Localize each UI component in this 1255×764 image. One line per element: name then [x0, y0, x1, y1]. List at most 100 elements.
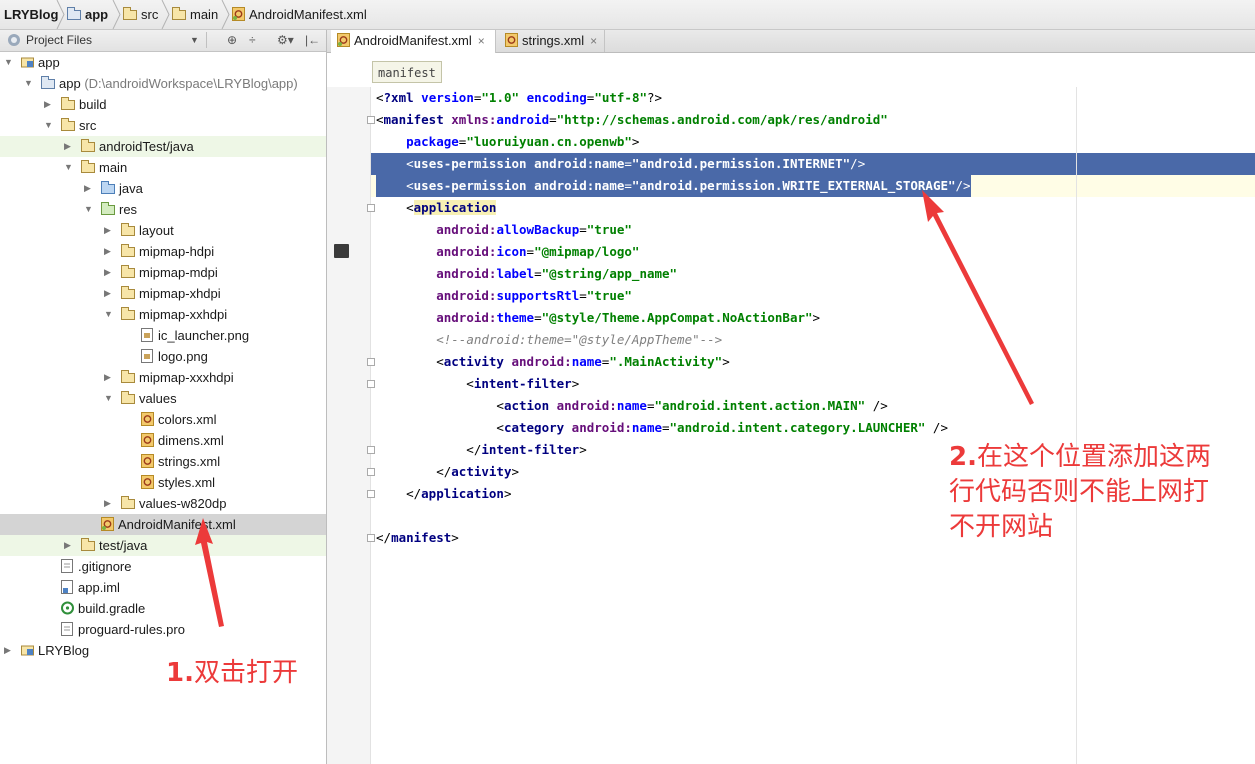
- tree-item[interactable]: ic_launcher.png: [0, 325, 326, 346]
- tree-item[interactable]: colors.xml: [0, 409, 326, 430]
- collapsed-arrow-icon[interactable]: ▶: [44, 94, 54, 115]
- expanded-arrow-icon[interactable]: ▼: [104, 388, 114, 409]
- tree-item[interactable]: ▶ mipmap-mdpi: [0, 262, 326, 283]
- fold-toggle-icon[interactable]: [367, 380, 375, 388]
- project-view-title[interactable]: Project Files: [26, 30, 92, 51]
- tree-item[interactable]: ▼ main: [0, 157, 326, 178]
- tree-item[interactable]: proguard-rules.pro: [0, 619, 326, 640]
- editor-tab[interactable]: AndroidManifest.xml ×: [331, 30, 496, 53]
- tree-item[interactable]: ▼ values: [0, 388, 326, 409]
- tree-item[interactable]: ▶ androidTest/java: [0, 136, 326, 157]
- tree-item[interactable]: dimens.xml: [0, 430, 326, 451]
- collapsed-arrow-icon[interactable]: ▶: [64, 535, 74, 556]
- fold-toggle-icon[interactable]: [367, 446, 375, 454]
- code-token: theme: [496, 310, 535, 325]
- xml-breadcrumb-manifest[interactable]: manifest: [372, 61, 442, 83]
- fold-toggle-icon[interactable]: [367, 204, 375, 212]
- tree-item-label: values-w820dp: [139, 496, 227, 511]
- breadcrumb-item[interactable]: app: [67, 0, 108, 29]
- breadcrumb-item[interactable]: main: [172, 0, 218, 29]
- close-tab-icon[interactable]: ×: [478, 34, 485, 48]
- tree-item[interactable]: build.gradle: [0, 598, 326, 619]
- tree-item[interactable]: .gitignore: [0, 556, 326, 577]
- collapse-all-icon[interactable]: ÷: [249, 33, 256, 48]
- view-dropdown-chevron-icon[interactable]: ▼: [190, 33, 199, 48]
- collapsed-arrow-icon[interactable]: ▶: [104, 493, 114, 514]
- hide-panel-icon[interactable]: |←: [305, 33, 320, 48]
- tree-item-label: test/java: [99, 538, 148, 553]
- annotation-note-2-number: 2.: [949, 442, 977, 472]
- tree-item-content: test/java: [81, 535, 147, 556]
- settings-gear-icon[interactable]: ⚙▾: [277, 33, 294, 48]
- folder-icon: [81, 139, 95, 152]
- code-token: application: [413, 200, 497, 215]
- code-line-text: <uses-permission android:name="android.p…: [376, 153, 866, 175]
- code-token: <: [376, 398, 504, 413]
- tree-item[interactable]: ▼ app (D:\androidWorkspace\LRYBlog\app): [0, 73, 326, 94]
- code-token: xmlns:: [451, 112, 497, 127]
- tree-item[interactable]: styles.xml: [0, 472, 326, 493]
- code-token: <: [376, 178, 414, 193]
- code-editor[interactable]: <?xml version="1.0" encoding="utf-8"?> <m…: [371, 87, 1255, 764]
- collapsed-arrow-icon[interactable]: ▶: [104, 283, 114, 304]
- code-line-text: android:supportsRtl="true": [376, 285, 632, 307]
- fold-toggle-icon[interactable]: [367, 490, 375, 498]
- tree-item[interactable]: ▼ res: [0, 199, 326, 220]
- expanded-arrow-icon[interactable]: ▼: [104, 304, 114, 325]
- expanded-arrow-icon[interactable]: ▼: [64, 157, 74, 178]
- breadcrumb-item[interactable]: AndroidManifest.xml: [232, 0, 367, 29]
- editor-tab-bar: AndroidManifest.xml × strings.xml ×: [327, 30, 1255, 53]
- editor-tab[interactable]: strings.xml ×: [499, 30, 605, 52]
- code-token: >: [579, 442, 587, 457]
- tree-item-label: proguard-rules.pro: [78, 622, 185, 637]
- breadcrumb-item[interactable]: LRYBlog: [4, 0, 58, 29]
- xml-breadcrumb-row: manifest: [327, 53, 1255, 87]
- collapsed-arrow-icon[interactable]: ▶: [4, 640, 14, 661]
- tree-item[interactable]: ▶ mipmap-hdpi: [0, 241, 326, 262]
- tree-item-label: values: [139, 391, 177, 406]
- close-tab-icon[interactable]: ×: [590, 34, 597, 48]
- folder-icon: [172, 7, 186, 20]
- tree-item[interactable]: ▶ test/java: [0, 535, 326, 556]
- breadcrumb-item[interactable]: src: [123, 0, 158, 29]
- expanded-arrow-icon[interactable]: ▼: [44, 115, 54, 136]
- code-token: action: [503, 398, 557, 413]
- fold-toggle-icon[interactable]: [367, 358, 375, 366]
- collapsed-arrow-icon[interactable]: ▶: [104, 220, 114, 241]
- collapsed-arrow-icon[interactable]: ▶: [104, 367, 114, 388]
- tree-item[interactable]: ▶ values-w820dp: [0, 493, 326, 514]
- tree-item[interactable]: ▶ build: [0, 94, 326, 115]
- expanded-arrow-icon[interactable]: ▼: [24, 73, 34, 94]
- collapsed-arrow-icon[interactable]: ▶: [64, 136, 74, 157]
- tree-item[interactable]: ▼ app: [0, 52, 326, 73]
- code-token: =: [624, 178, 632, 193]
- tree-item[interactable]: AndroidManifest.xml: [0, 514, 326, 535]
- tree-item[interactable]: ▶ mipmap-xhdpi: [0, 283, 326, 304]
- scroll-from-source-icon[interactable]: ⊕: [227, 33, 237, 48]
- code-line: android:label="@string/app_name": [371, 263, 1255, 285]
- tree-item[interactable]: ▼ mipmap-xxhdpi: [0, 304, 326, 325]
- collapsed-arrow-icon[interactable]: ▶: [104, 241, 114, 262]
- tree-item[interactable]: ▼ src: [0, 115, 326, 136]
- tree-item[interactable]: app.iml: [0, 577, 326, 598]
- expanded-arrow-icon[interactable]: ▼: [4, 52, 14, 73]
- tree-item[interactable]: ▶ java: [0, 178, 326, 199]
- code-line: <uses-permission android:name="android.p…: [371, 175, 1255, 197]
- tree-item[interactable]: logo.png: [0, 346, 326, 367]
- code-line-text: <activity android:name=".MainActivity">: [376, 351, 730, 373]
- tree-item[interactable]: ▶ layout: [0, 220, 326, 241]
- gutter-image-preview-icon[interactable]: [334, 244, 349, 258]
- collapsed-arrow-icon[interactable]: ▶: [104, 262, 114, 283]
- expanded-arrow-icon[interactable]: ▼: [84, 199, 94, 220]
- fold-toggle-icon[interactable]: [367, 468, 375, 476]
- collapsed-arrow-icon[interactable]: ▶: [84, 178, 94, 199]
- code-token: intent-filter: [481, 442, 580, 457]
- tree-item-content: build: [61, 94, 106, 115]
- code-token: android:: [556, 398, 617, 413]
- tree-item[interactable]: strings.xml: [0, 451, 326, 472]
- fold-toggle-icon[interactable]: [367, 534, 375, 542]
- fold-toggle-icon[interactable]: [367, 116, 375, 124]
- folder-icon: [121, 370, 135, 383]
- tree-item[interactable]: ▶ mipmap-xxxhdpi: [0, 367, 326, 388]
